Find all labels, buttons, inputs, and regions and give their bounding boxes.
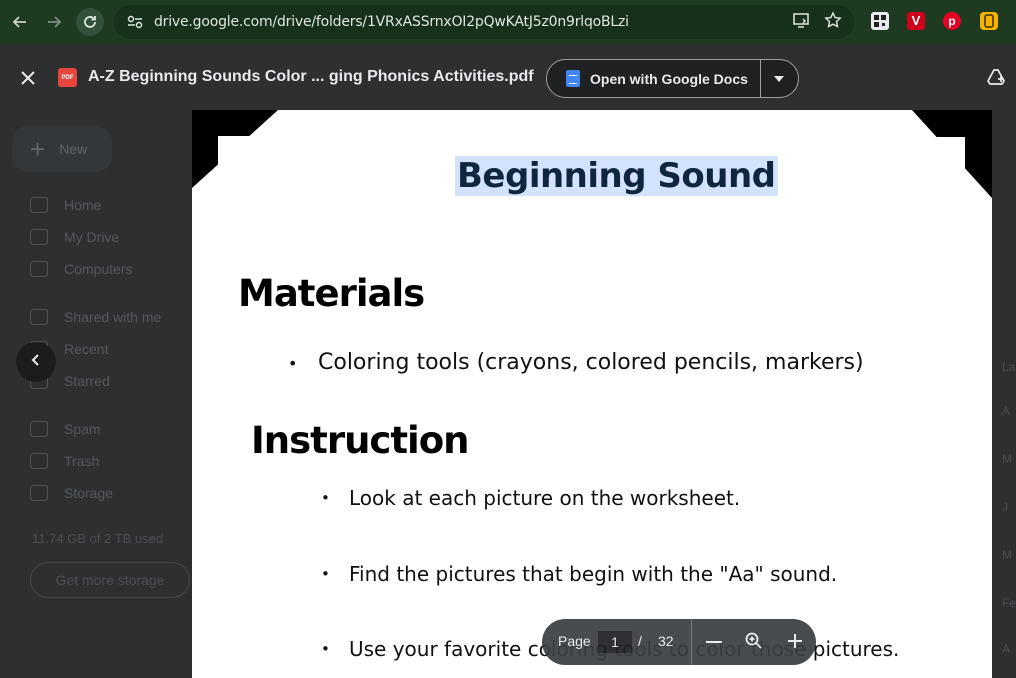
forward-icon[interactable]	[40, 8, 68, 36]
page-label: Page	[558, 633, 591, 649]
get-storage-button: Get more storage	[30, 562, 190, 598]
document-title[interactable]: Beginning Sound	[455, 156, 778, 196]
sidebar-item-shared: Shared with me	[30, 309, 161, 325]
plus-icon: +	[30, 133, 46, 164]
sidebar-item-home: Home	[30, 197, 101, 213]
drive-icon	[30, 229, 48, 245]
sidebar-label: Computers	[64, 261, 133, 277]
list-item: • Coloring tools (crayons, colored penci…	[288, 350, 864, 375]
sidebar-label: My Drive	[64, 229, 120, 245]
new-label: New	[59, 141, 88, 157]
spam-icon	[30, 421, 48, 437]
materials-heading: Materials	[238, 272, 425, 315]
pdf-page: Beginning Sound Materials • Coloring too…	[192, 110, 992, 678]
list-item-text: Look at each picture on the worksheet.	[349, 486, 741, 510]
pdf-file-icon: PDF	[58, 68, 77, 87]
sidebar-label: Recent	[64, 341, 109, 357]
divider	[691, 619, 692, 665]
sidebar-label: Spam	[64, 421, 101, 437]
chevron-left-icon	[29, 353, 43, 372]
open-with-button[interactable]: Open with Google Docs	[546, 59, 799, 98]
list-item: La	[1002, 360, 1016, 374]
back-icon[interactable]	[6, 8, 34, 36]
sidebar-item-storage: Storage	[30, 485, 113, 501]
url-text: drive.google.com/drive/folders/1VRxASSrn…	[154, 14, 629, 30]
address-bar[interactable]: drive.google.com/drive/folders/1VRxASSrn…	[114, 5, 854, 39]
page-number-input[interactable]: 1	[598, 631, 632, 653]
chevron-down-icon[interactable]	[774, 76, 784, 82]
bullet-dot: •	[288, 354, 298, 373]
extension-puzzle-icon[interactable]	[980, 12, 998, 30]
zoom-in-icon[interactable]	[786, 632, 804, 650]
button-divider	[760, 60, 761, 97]
page-separator: /	[638, 633, 642, 649]
list-item-text: Find the pictures that begin with the "A…	[349, 562, 838, 586]
browser-toolbar: drive.google.com/drive/folders/1VRxASSrn…	[0, 0, 1016, 44]
sidebar-item-trash: Trash	[30, 453, 99, 469]
list-item: A	[1002, 642, 1011, 656]
sidebar-item-my-drive: My Drive	[30, 229, 119, 245]
previous-file-button[interactable]	[16, 342, 56, 382]
sidebar-label: Storage	[64, 485, 114, 501]
bullet-dot: •	[321, 489, 330, 507]
home-icon	[30, 197, 48, 213]
cloud-icon	[30, 485, 48, 501]
computer-icon	[30, 261, 48, 277]
v-extension-icon[interactable]: V	[907, 12, 925, 30]
list-item: • Find the pictures that begin with the …	[321, 562, 838, 586]
list-item: M	[1002, 548, 1012, 562]
zoom-fit-icon[interactable]	[744, 631, 764, 651]
bookmark-star-icon[interactable]	[824, 11, 842, 34]
sidebar-label: Shared with me	[64, 309, 162, 325]
zoom-out-icon[interactable]	[706, 641, 722, 643]
page-total: 32	[658, 633, 674, 649]
instruction-heading: Instruction	[251, 419, 469, 462]
list-item: Fe	[1002, 596, 1016, 610]
pinterest-extension-icon[interactable]: p	[943, 12, 961, 30]
file-title: A-Z Beginning Sounds Color ... ging Phon…	[88, 68, 534, 85]
list-item: J	[1002, 500, 1008, 514]
storage-usage-text: 11.74 GB of 2 TB used	[32, 531, 164, 546]
add-to-drive-icon[interactable]	[984, 64, 1010, 90]
install-app-icon[interactable]	[792, 11, 810, 34]
list-item: A	[1002, 404, 1011, 418]
google-docs-icon	[566, 70, 580, 87]
page-controls: Page 1 / 32	[542, 619, 816, 665]
qr-extension-icon[interactable]	[871, 12, 889, 30]
viewer-header: PDF A-Z Beginning Sounds Color ... ging …	[0, 52, 1016, 104]
new-button: + New	[12, 126, 112, 172]
sidebar-label: Starred	[64, 373, 110, 389]
bullet-dot: •	[321, 640, 330, 658]
sidebar-item-spam: Spam	[30, 421, 101, 437]
corner-decoration	[912, 137, 965, 198]
list-item: M	[1002, 452, 1012, 466]
people-icon	[30, 309, 48, 325]
open-with-label: Open with Google Docs	[590, 70, 748, 87]
site-settings-icon[interactable]	[124, 11, 146, 33]
sidebar-label: Home	[64, 197, 102, 213]
list-item-text: Coloring tools (crayons, colored pencils…	[318, 350, 864, 375]
sidebar-label: Trash	[64, 453, 100, 469]
corner-decoration	[218, 136, 278, 188]
trash-icon	[30, 453, 48, 469]
reload-icon[interactable]	[76, 8, 104, 36]
list-item: • Look at each picture on the worksheet.	[321, 486, 741, 510]
sidebar-item-computers: Computers	[30, 261, 132, 277]
bullet-dot: •	[321, 565, 330, 583]
close-icon[interactable]	[16, 66, 40, 90]
